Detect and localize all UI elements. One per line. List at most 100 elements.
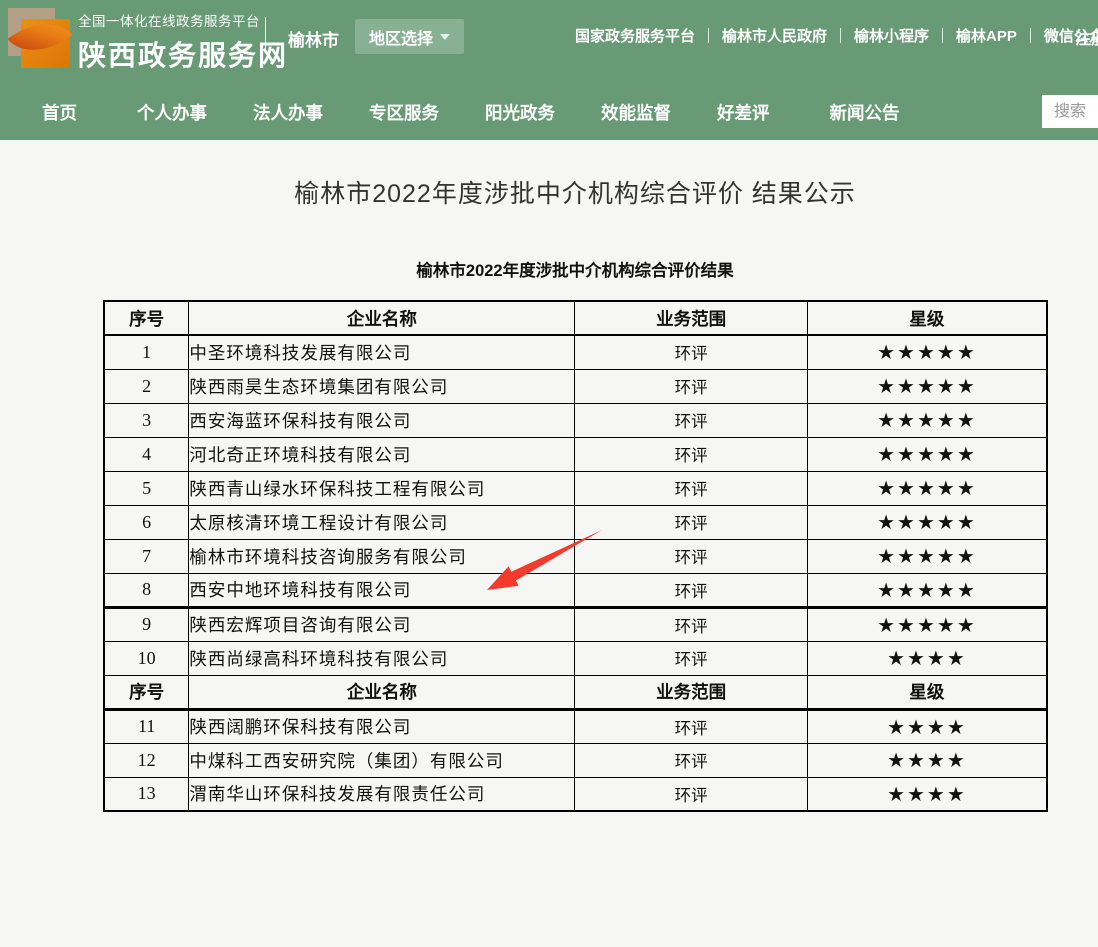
evaluation-table: 序号企业名称业务范围星级1中圣环境科技发展有限公司环评★★★★★2陕西雨昊生态环… <box>103 300 1048 812</box>
table-row: 8西安中地环境科技有限公司环评★★★★★ <box>104 573 1047 607</box>
nav-item[interactable]: 好差评 <box>717 100 770 125</box>
business-scope: 环评 <box>575 709 807 743</box>
column-header: 企业名称 <box>189 301 575 335</box>
top-links: 国家政务服务平台榆林市人民政府榆林小程序榆林APP微信公众号 <box>575 25 1098 46</box>
region-selector-label: 地区选择 <box>369 25 433 49</box>
business-scope: 环评 <box>575 539 807 573</box>
business-scope: 环评 <box>575 777 807 811</box>
search-box[interactable] <box>1042 95 1098 128</box>
brand-text: 全国一体化在线政务服务平台 陕西政务服务网 <box>78 10 288 74</box>
nav-item[interactable]: 新闻公告 <box>830 100 900 125</box>
company-name: 榆林市环境科技咨询服务有限公司 <box>189 539 575 573</box>
row-number: 4 <box>104 437 189 471</box>
company-name: 河北奇正环境科技有限公司 <box>189 437 575 471</box>
star-rating: ★★★★★ <box>807 505 1047 539</box>
table-row: 7榆林市环境科技咨询服务有限公司环评★★★★★ <box>104 539 1047 573</box>
column-header: 企业名称 <box>189 675 575 709</box>
column-header: 业务范围 <box>575 301 807 335</box>
row-number: 1 <box>104 335 189 369</box>
business-scope: 环评 <box>575 641 807 675</box>
divider <box>1030 28 1031 43</box>
table-row: 3西安海蓝环保科技有限公司环评★★★★★ <box>104 403 1047 437</box>
business-scope: 环评 <box>575 573 807 607</box>
nav-item[interactable]: 效能监督 <box>601 100 671 125</box>
nav-item[interactable]: 阳光政务 <box>485 100 555 125</box>
column-header: 序号 <box>104 301 189 335</box>
row-number: 13 <box>104 777 189 811</box>
divider <box>708 28 709 43</box>
row-number: 9 <box>104 607 189 641</box>
star-rating: ★★★★★ <box>807 573 1047 607</box>
current-city-label: 榆林市 <box>288 26 339 51</box>
column-header: 星级 <box>807 301 1047 335</box>
star-rating: ★★★★ <box>807 777 1047 811</box>
row-number: 10 <box>104 641 189 675</box>
chevron-down-icon <box>440 34 450 40</box>
row-number: 7 <box>104 539 189 573</box>
business-scope: 环评 <box>575 505 807 539</box>
business-scope: 环评 <box>575 403 807 437</box>
star-rating: ★★★★★ <box>807 437 1047 471</box>
company-name: 西安中地环境科技有限公司 <box>189 573 575 607</box>
star-rating: ★★★★★ <box>807 335 1047 369</box>
business-scope: 环评 <box>575 369 807 403</box>
site-name: 陕西政务服务网 <box>78 34 288 74</box>
star-rating: ★★★★ <box>807 709 1047 743</box>
business-scope: 环评 <box>575 607 807 641</box>
column-header: 业务范围 <box>575 675 807 709</box>
top-link[interactable]: 国家政务服务平台 <box>575 25 695 46</box>
star-rating: ★★★★★ <box>807 403 1047 437</box>
site-header: 全国一体化在线政务服务平台 陕西政务服务网 榆林市 地区选择 国家政务服务平台 榆… <box>0 0 1098 140</box>
business-scope: 环评 <box>575 335 807 369</box>
business-scope: 环评 <box>575 743 807 777</box>
main-nav: 首页 个人办事 法人办事 专区服务 阳光政务 效能监督 好差评 新闻公告 <box>0 85 1098 140</box>
table-header-row: 序号企业名称业务范围星级 <box>104 301 1047 335</box>
nav-item[interactable]: 个人办事 <box>137 100 207 125</box>
top-link[interactable]: 榆林市人民政府 <box>722 25 827 46</box>
star-rating: ★★★★★ <box>807 471 1047 505</box>
platform-label: 全国一体化在线政务服务平台 <box>78 10 288 30</box>
table-row: 9陕西宏辉项目咨询有限公司环评★★★★★ <box>104 607 1047 641</box>
nav-item[interactable]: 专区服务 <box>369 100 439 125</box>
nav-item[interactable]: 首页 <box>42 100 77 125</box>
table-row: 1中圣环境科技发展有限公司环评★★★★★ <box>104 335 1047 369</box>
row-number: 8 <box>104 573 189 607</box>
company-name: 中煤科工西安研究院（集团）有限公司 <box>189 743 575 777</box>
row-number: 6 <box>104 505 189 539</box>
table-header-row: 序号企业名称业务范围星级 <box>104 675 1047 709</box>
row-number: 3 <box>104 403 189 437</box>
company-name: 中圣环境科技发展有限公司 <box>189 335 575 369</box>
table-caption: 榆林市2022年度涉批中介机构综合评价结果 <box>0 257 1098 281</box>
star-rating: ★★★★★ <box>807 539 1047 573</box>
table-row: 6太原核清环境工程设计有限公司环评★★★★★ <box>104 505 1047 539</box>
register-link[interactable]: 注册 <box>1075 25 1098 49</box>
column-header: 星级 <box>807 675 1047 709</box>
search-input[interactable] <box>1042 95 1098 128</box>
company-name: 陕西雨昊生态环境集团有限公司 <box>189 369 575 403</box>
table-row: 4河北奇正环境科技有限公司环评★★★★★ <box>104 437 1047 471</box>
notice-document: 榆林市2022年度涉批中介机构综合评价 结果公示 榆林市2022年度涉批中介机构… <box>0 174 1098 812</box>
business-scope: 环评 <box>575 471 807 505</box>
company-name: 陕西青山绿水环保科技工程有限公司 <box>189 471 575 505</box>
star-rating: ★★★★★ <box>807 369 1047 403</box>
nav-item[interactable]: 法人办事 <box>253 100 323 125</box>
star-rating: ★★★★ <box>807 641 1047 675</box>
top-link[interactable]: 榆林APP <box>956 25 1017 46</box>
star-rating: ★★★★★ <box>807 607 1047 641</box>
divider <box>942 28 943 43</box>
company-name: 西安海蓝环保科技有限公司 <box>189 403 575 437</box>
company-name: 陕西尚绿高科环境科技有限公司 <box>189 641 575 675</box>
table-row: 13渭南华山环保科技发展有限责任公司环评★★★★ <box>104 777 1047 811</box>
table-row: 10陕西尚绿高科环境科技有限公司环评★★★★ <box>104 641 1047 675</box>
table-row: 12中煤科工西安研究院（集团）有限公司环评★★★★ <box>104 743 1047 777</box>
region-selector-button[interactable]: 地区选择 <box>355 19 464 54</box>
top-link[interactable]: 榆林小程序 <box>854 25 929 46</box>
site-logo-icon <box>8 6 70 68</box>
column-header: 序号 <box>104 675 189 709</box>
company-name: 陕西宏辉项目咨询有限公司 <box>189 607 575 641</box>
business-scope: 环评 <box>575 437 807 471</box>
row-number: 12 <box>104 743 189 777</box>
page-title: 榆林市2022年度涉批中介机构综合评价 结果公示 <box>0 174 1098 210</box>
divider <box>840 28 841 43</box>
company-name: 陕西阔鹏环保科技有限公司 <box>189 709 575 743</box>
